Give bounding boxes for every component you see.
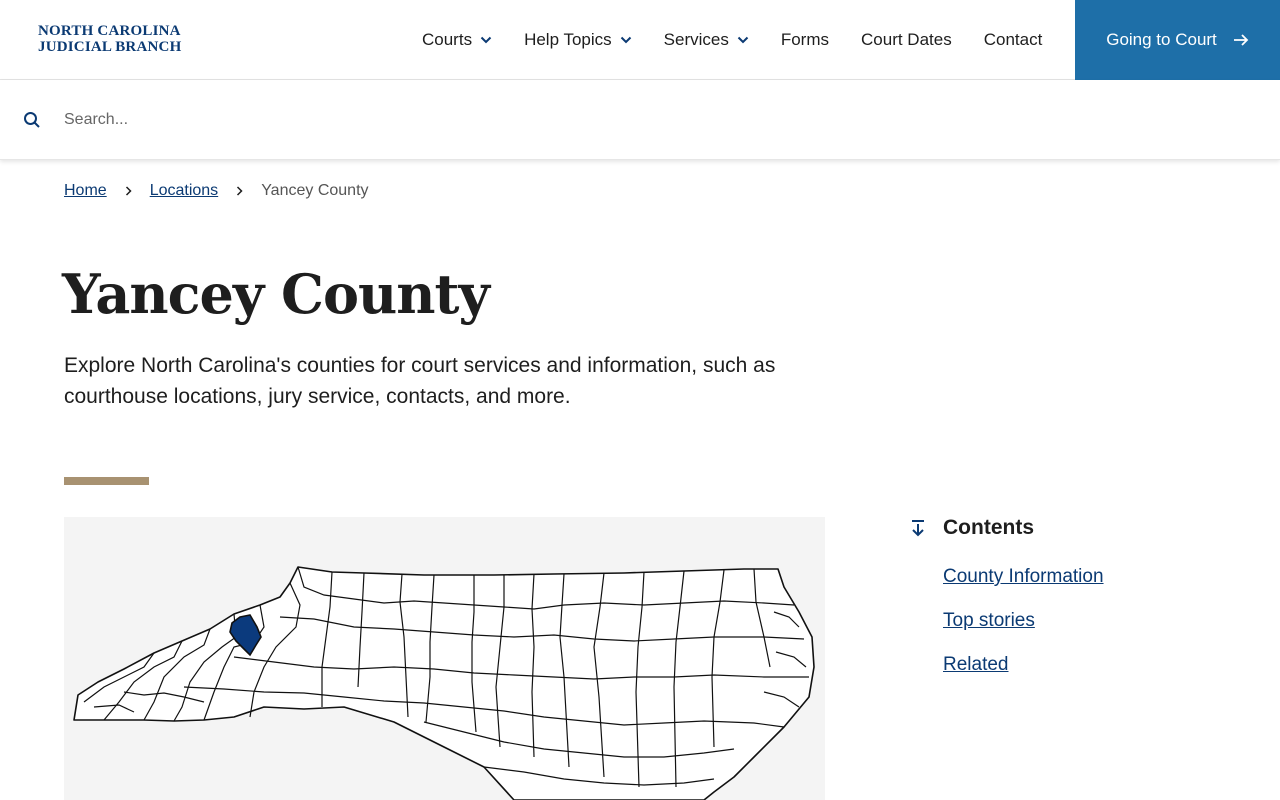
nav-services[interactable]: Services [648, 0, 765, 80]
breadcrumb-home-link[interactable]: Home [64, 182, 107, 200]
contents-link-top-stories[interactable]: Top stories [943, 610, 1035, 631]
arrow-down-to-line-icon [908, 518, 928, 538]
county-map [64, 517, 825, 800]
nav-help-topics[interactable]: Help Topics [508, 0, 648, 80]
site-logo[interactable]: NORTH CAROLINA JUDICIAL BRANCH [38, 23, 181, 55]
chevron-down-icon [737, 36, 749, 44]
chevron-down-icon [480, 36, 492, 44]
contents-link-county-information[interactable]: County Information [943, 566, 1104, 587]
going-to-court-button[interactable]: Going to Court [1075, 0, 1280, 80]
chevron-right-icon [236, 186, 243, 196]
nav-contact[interactable]: Contact [968, 0, 1059, 80]
contents-list-item: Top stories [943, 607, 1238, 635]
nav-court-dates-label: Court Dates [861, 30, 952, 49]
nav-forms-label: Forms [780, 30, 830, 49]
breadcrumb: Home Locations Yancey County [64, 182, 369, 200]
search-input[interactable] [64, 102, 1244, 138]
contents-list: County Information Top stories Related [908, 563, 1238, 679]
contents-list-item: County Information [943, 563, 1238, 591]
chevron-down-icon [620, 36, 632, 44]
contents-panel: Contents County Information Top stories … [908, 516, 1238, 695]
search-icon[interactable] [23, 111, 41, 134]
page-intro: Explore North Carolina's counties for co… [64, 354, 776, 408]
page-title: Yancey County [62, 262, 490, 326]
contents-heading: Contents [943, 516, 1034, 539]
going-to-court-label: Going to Court [1106, 30, 1217, 49]
breadcrumb-locations-link[interactable]: Locations [150, 182, 219, 200]
nav-court-dates[interactable]: Court Dates [845, 0, 968, 80]
nav-help-topics-label: Help Topics [524, 30, 612, 49]
nav-courts[interactable]: Courts [406, 0, 508, 80]
nav-services-label: Services [663, 30, 729, 49]
logo-line-1: NORTH CAROLINA [38, 23, 181, 39]
main-nav: Courts Help Topics Services Forms Court … [406, 0, 1058, 80]
search-bar [0, 80, 1280, 160]
arrow-right-icon [1233, 34, 1249, 46]
nav-courts-label: Courts [422, 30, 473, 49]
nav-contact-label: Contact [983, 30, 1043, 49]
contents-link-related[interactable]: Related [943, 654, 1009, 675]
north-carolina-map-graphic [73, 566, 815, 800]
site-header: NORTH CAROLINA JUDICIAL BRANCH Courts He… [0, 0, 1280, 80]
contents-header: Contents [908, 516, 1238, 540]
nav-forms[interactable]: Forms [765, 0, 845, 80]
accent-divider [64, 477, 149, 485]
contents-list-item: Related [943, 651, 1238, 679]
logo-line-2: JUDICIAL BRANCH [38, 39, 182, 55]
breadcrumb-current: Yancey County [261, 182, 369, 199]
chevron-right-icon [125, 186, 132, 196]
